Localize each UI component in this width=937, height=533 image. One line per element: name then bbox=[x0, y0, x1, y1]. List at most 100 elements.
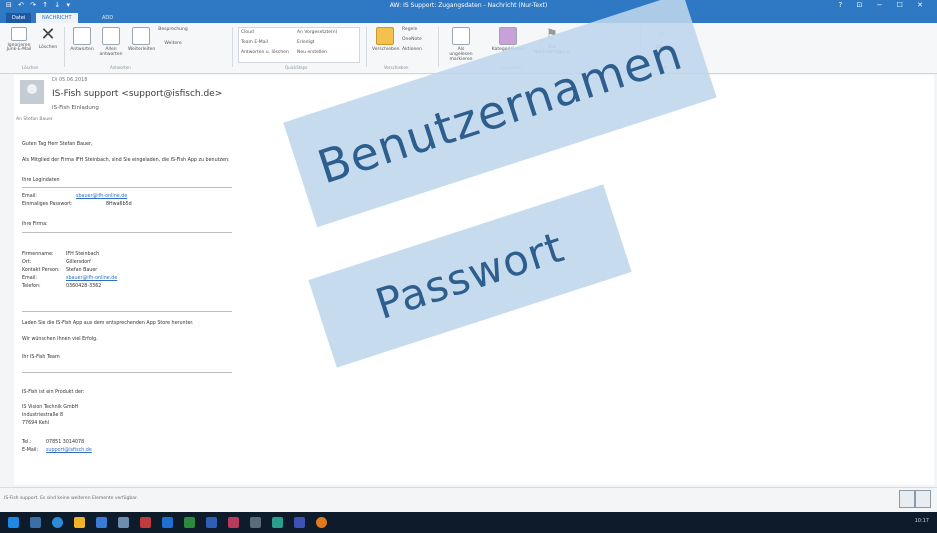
store-icon[interactable] bbox=[96, 517, 107, 528]
edge-icon[interactable] bbox=[52, 517, 63, 528]
forward-button[interactable]: Weiterleiten bbox=[128, 27, 155, 52]
status-text: IS-Fish support. Es sind keine weiteren … bbox=[4, 496, 138, 501]
company-row-label: Kontakt Person: bbox=[22, 268, 60, 273]
message-subject: IS-Fish Einladung bbox=[52, 105, 99, 111]
contact-mail-link[interactable]: support@isfisch.de bbox=[46, 448, 92, 453]
quickstep-cloud[interactable]: Cloud bbox=[241, 30, 254, 35]
quickstep-done[interactable]: Erledigt bbox=[297, 40, 314, 45]
taskbar: 10:17 bbox=[0, 512, 937, 533]
app-icon[interactable] bbox=[250, 517, 261, 528]
company-row-label: Firmenname: bbox=[22, 252, 54, 257]
reply-button[interactable]: Antworten bbox=[70, 27, 94, 52]
move-button[interactable]: Verschieben bbox=[372, 27, 400, 52]
group-label-delete: Löschen bbox=[22, 65, 39, 70]
reply-all-icon bbox=[102, 27, 120, 45]
group-label-move: Verschieben bbox=[384, 65, 409, 70]
title-bar: ⊟ ↶ ↷ ↑ ↓ ▾ AW: IS Support: Zugangsdaten… bbox=[0, 0, 937, 13]
window-controls[interactable]: ? ⊡ − ☐ ✕ bbox=[839, 1, 930, 9]
divider bbox=[22, 311, 232, 312]
company-row-label: Email: bbox=[22, 276, 37, 281]
sign-off: Ihr IS-Fish Team bbox=[22, 355, 60, 360]
email-link[interactable]: sbauer@ifh-online.de bbox=[76, 194, 127, 199]
quickstep-reply-delete[interactable]: Antworten u. löschen bbox=[241, 50, 289, 55]
app-icon[interactable] bbox=[272, 517, 283, 528]
company-email-link[interactable]: sbauer@ifh-online.de bbox=[66, 276, 117, 281]
onenote-button[interactable]: OneNote bbox=[402, 37, 422, 42]
ignore-icon bbox=[11, 27, 27, 41]
delete-x-icon: ✕ bbox=[40, 24, 56, 45]
message-recipient[interactable]: An Stefan Bauer bbox=[16, 117, 53, 122]
quickstep-team-email[interactable]: Team E-Mail bbox=[241, 40, 268, 45]
divider bbox=[22, 187, 232, 188]
outlook-icon[interactable] bbox=[162, 517, 173, 528]
reply-icon bbox=[73, 27, 91, 45]
meeting-button[interactable]: Besprechung bbox=[158, 27, 188, 32]
password-label: Einmaliges Passwort: bbox=[22, 202, 73, 207]
ignore-button[interactable]: Ignorieren bbox=[6, 27, 32, 48]
sender-avatar bbox=[20, 80, 44, 104]
more-button[interactable]: Weitere bbox=[158, 41, 188, 46]
group-separator bbox=[366, 27, 367, 67]
tab-message[interactable]: NACHRICHT bbox=[36, 13, 78, 23]
contact-mail-label: E-Mail: bbox=[22, 448, 39, 453]
person-icon[interactable] bbox=[915, 490, 931, 508]
explorer-icon[interactable] bbox=[74, 517, 85, 528]
intro-line: Als Mitglied der Firma IFH Steinbach, si… bbox=[22, 158, 230, 163]
company-row-label: Ort: bbox=[22, 260, 32, 265]
taskview-icon[interactable] bbox=[30, 517, 41, 528]
word-icon[interactable] bbox=[206, 517, 217, 528]
product-line: IS-Fish ist ein Produkt der: bbox=[22, 390, 85, 395]
greeting-line: Guten Tag Herr Stefan Bauer, bbox=[22, 142, 93, 147]
start-icon[interactable] bbox=[8, 517, 19, 528]
ribbon-tabs: Datei NACHRICHT ADD bbox=[0, 13, 937, 23]
powerpoint-icon[interactable] bbox=[228, 517, 239, 528]
group-separator bbox=[232, 27, 233, 67]
contact-phone-value: 07851 3014078 bbox=[46, 440, 85, 445]
app-icon[interactable] bbox=[294, 517, 305, 528]
person-icon[interactable] bbox=[899, 490, 915, 508]
quickstep-create-new[interactable]: Neu erstellen bbox=[297, 50, 327, 55]
company-row-value: 0360428-3362 bbox=[66, 284, 102, 289]
reply-all-button[interactable]: Allen antworten bbox=[98, 27, 124, 57]
tab-add[interactable]: ADD bbox=[96, 13, 119, 23]
divider bbox=[22, 372, 232, 373]
envelope-icon bbox=[452, 27, 470, 45]
rules-button[interactable]: Regeln bbox=[402, 27, 417, 32]
group-separator bbox=[438, 27, 439, 67]
company-row-value: IFH Steinbach bbox=[66, 252, 100, 257]
app-icon[interactable] bbox=[118, 517, 129, 528]
contact-phone-label: Tel.: bbox=[22, 440, 32, 445]
company-row-label: Telefon: bbox=[22, 284, 41, 289]
address-line: Industriestraße 8 bbox=[22, 413, 64, 418]
address-line: IS Vision Technik GmbH bbox=[22, 405, 79, 410]
delete-button[interactable]: ✕ Löschen bbox=[36, 24, 60, 51]
system-clock[interactable]: 10:17 bbox=[915, 518, 929, 524]
tab-file[interactable]: Datei bbox=[6, 13, 32, 23]
category-icon bbox=[499, 27, 517, 45]
address-line: 77694 Kehl bbox=[22, 421, 50, 426]
download-line: Laden Sie die IS-Fish App aus dem entspr… bbox=[22, 321, 194, 326]
excel-icon[interactable] bbox=[184, 517, 195, 528]
group-label-respond: Antworten bbox=[110, 65, 131, 70]
quicksteps-gallery[interactable]: Cloud Team E-Mail Antworten u. löschen A… bbox=[238, 27, 360, 63]
folder-icon bbox=[376, 27, 394, 45]
quickstep-manager[interactable]: An Vorgesetzte(n) bbox=[297, 30, 337, 35]
window-title: AW: IS Support: Zugangsdaten - Nachricht… bbox=[389, 2, 548, 9]
email-label: Email: bbox=[22, 194, 37, 199]
group-separator bbox=[64, 27, 65, 67]
app-icon[interactable] bbox=[140, 517, 151, 528]
message-date: Di 05.06.2018 bbox=[52, 77, 88, 83]
company-row-value: Stefan Bauer bbox=[66, 268, 98, 273]
company-heading: Ihre Firma: bbox=[22, 222, 48, 227]
login-heading: Ihre Logindaten bbox=[22, 178, 60, 183]
people-pane-bar: IS-Fish support. Es sind keine weiteren … bbox=[0, 487, 937, 512]
junk-button[interactable]: Junk-E-Mail bbox=[6, 47, 32, 52]
mark-unread-button[interactable]: Als ungelesen markieren bbox=[446, 27, 476, 62]
firefox-icon[interactable] bbox=[316, 517, 327, 528]
message-sender[interactable]: IS-Fish support <support@isfisch.de> bbox=[52, 89, 222, 99]
divider bbox=[22, 232, 232, 233]
group-label-quicksteps: QuickSteps bbox=[285, 65, 308, 70]
password-value: 8Hwa6b5d bbox=[106, 202, 132, 207]
wish-line: Wir wünschen Ihnen viel Erfolg. bbox=[22, 337, 98, 342]
actions-button[interactable]: Aktionen bbox=[402, 47, 422, 52]
